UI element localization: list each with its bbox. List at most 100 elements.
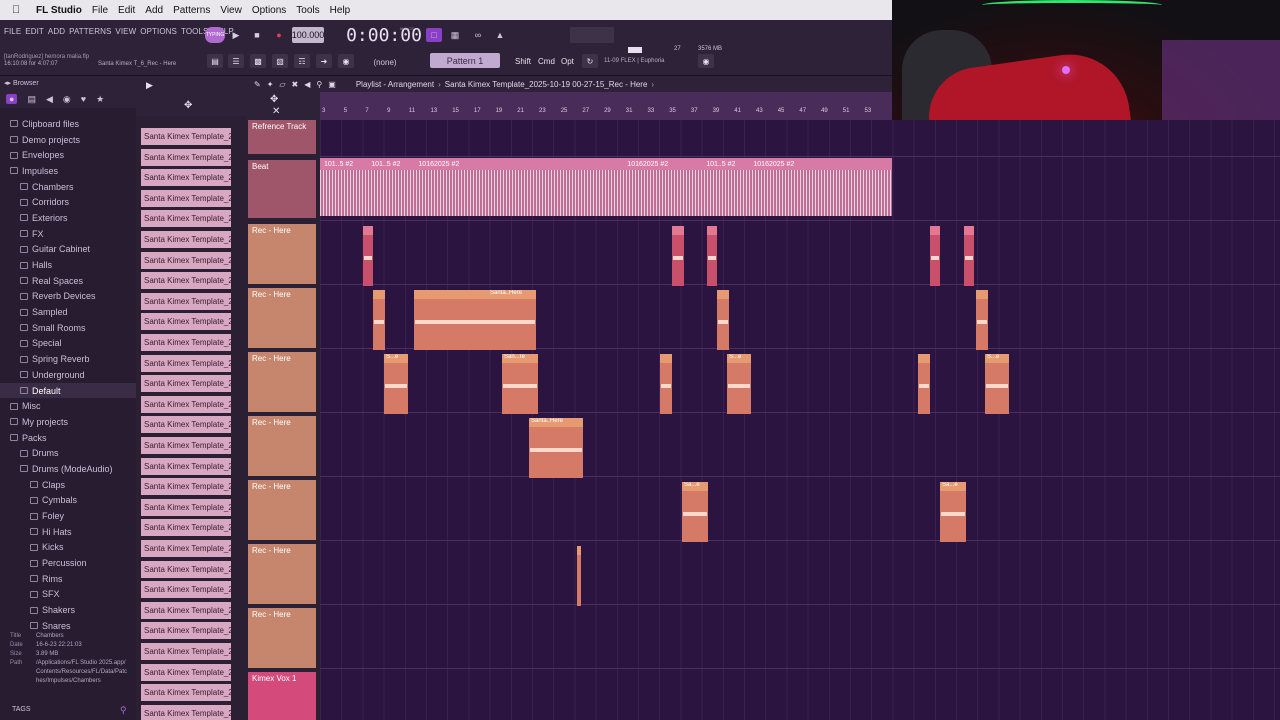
playlist-icon[interactable]: ☰ (228, 54, 244, 68)
online-icon[interactable]: ◉ (698, 54, 714, 68)
clip-list-item[interactable]: Santa Kimex Template_2... (141, 622, 231, 640)
audio-clip[interactable] (660, 354, 672, 414)
audio-clip[interactable]: S...e (985, 354, 1009, 414)
browser-item[interactable]: My projects (0, 414, 136, 430)
tempo-display[interactable]: 100.000 (292, 27, 324, 43)
browser-item[interactable]: Small Rooms (0, 320, 136, 336)
track-header-rec-6[interactable]: Rec - Here (248, 544, 316, 604)
clip-list-item[interactable]: Santa Kimex Template_2... (141, 272, 231, 290)
browser-back-icon[interactable]: ◀ (46, 94, 53, 105)
play-icon[interactable]: ▶ (229, 27, 243, 43)
browser-item[interactable]: Sampled (0, 304, 136, 320)
typing-keyboard-button[interactable]: TYPING (205, 27, 225, 43)
metronome-icon[interactable]: □ (426, 28, 442, 42)
fl-menu-patterns[interactable]: PATTERNS (69, 27, 111, 36)
audio-clip[interactable] (363, 226, 373, 286)
browser-plugins-icon[interactable]: ◉ (63, 94, 71, 105)
track-header-rec-7[interactable]: Rec - Here (248, 608, 316, 668)
browser-item[interactable]: Halls (0, 257, 136, 273)
browser-item[interactable]: Shakers (0, 602, 136, 618)
tags-label[interactable]: TAGS (12, 706, 31, 713)
opt-key[interactable]: Opt (558, 54, 577, 68)
clip-list-item[interactable]: Santa Kimex Template_2... (141, 189, 231, 207)
clip-list-item[interactable]: Santa Kimex Template_2... (141, 169, 231, 187)
channel-rack-icon[interactable]: ▩ (250, 54, 266, 68)
cmd-key[interactable]: Cmd (535, 54, 558, 68)
menu-edit[interactable]: Edit (118, 5, 135, 16)
audio-clip[interactable]: S...e (384, 354, 408, 414)
browser-item[interactable]: FX (0, 226, 136, 242)
browser-item[interactable]: Claps (0, 477, 136, 493)
clip-list-item[interactable]: Santa Kimex Template_2... (141, 292, 231, 310)
audio-clip[interactable] (918, 354, 930, 414)
browser-item[interactable]: Guitar Cabinet (0, 242, 136, 258)
browser-files-icon[interactable]: ▤ (27, 94, 36, 105)
drag-icon[interactable]: ✥ (270, 94, 278, 105)
track-header-rec-3[interactable]: Rec - Here (248, 352, 316, 412)
audio-clip[interactable]: San...re (502, 354, 538, 414)
clip-list-item[interactable]: Santa Kimex Template_2... (141, 498, 231, 516)
snap-icon[interactable]: ▤ (207, 54, 223, 68)
browser-item[interactable]: Underground (0, 367, 136, 383)
clip-list-item[interactable]: Santa Kimex Template_2... (141, 375, 231, 393)
browser-item[interactable]: Drums (ModeAudio) (0, 461, 136, 477)
mic-icon[interactable]: ◉ (338, 54, 354, 68)
browser-item[interactable]: Special (0, 336, 136, 352)
browser-item[interactable]: Corridors (0, 194, 136, 210)
clip-list-item[interactable]: Santa Kimex Template_2... (141, 313, 231, 331)
audio-clip[interactable] (717, 290, 729, 350)
track-header-rec-1[interactable]: Rec - Here (248, 224, 316, 284)
search-icon[interactable]: ⚲ (120, 705, 127, 716)
clip-list-item[interactable]: Santa Kimex Template_2... (141, 437, 231, 454)
clip-list-item[interactable]: Santa Kimex Template_2... (141, 663, 231, 681)
audio-clip[interactable]: Santa..Here (529, 418, 583, 478)
clip-list-item[interactable]: Santa Kimex Template_2... (141, 457, 231, 475)
browser-item[interactable]: Envelopes (0, 147, 136, 163)
track-header-beat[interactable]: Beat (248, 160, 316, 218)
track-header-rec-2[interactable]: Rec - Here (248, 288, 316, 348)
piano-roll-icon[interactable]: ▧ (272, 54, 288, 68)
apple-icon[interactable]:  (12, 4, 26, 16)
clip-list-item[interactable]: Santa Kimex Template_2... (141, 251, 231, 269)
arrow-right-icon[interactable]: ➜ (316, 54, 332, 68)
clip-list-item[interactable]: Santa Kimex Template_2... (141, 334, 231, 351)
clip-list-item[interactable]: Santa Kimex Template_2... (141, 210, 231, 228)
countdown-icon[interactable]: ▦ (447, 28, 463, 42)
audio-clip[interactable] (373, 290, 385, 350)
record-icon[interactable]: ● (272, 27, 286, 43)
browser-all-icon[interactable]: ● (6, 94, 18, 104)
audio-clip[interactable] (672, 226, 684, 286)
clip-list-item[interactable]: Santa Kimex Template_2... (141, 519, 231, 537)
fl-menu-options[interactable]: OPTIONS (140, 27, 177, 36)
browser-item[interactable]: Percussion (0, 555, 136, 571)
browser-fav-icon[interactable]: ♥ (81, 94, 86, 104)
refresh-icon[interactable]: ↻ (582, 54, 598, 68)
menu-app-name[interactable]: FL Studio (36, 5, 82, 16)
audio-clip[interactable]: S...e (727, 354, 751, 414)
menu-options[interactable]: Options (252, 5, 286, 16)
browser-item[interactable]: Real Spaces (0, 273, 136, 289)
browser-item[interactable]: SFX (0, 587, 136, 603)
move-icon[interactable]: ✥ (184, 100, 192, 111)
clip-list-item[interactable]: Santa Kimex Template_2... (141, 128, 231, 145)
clip-list-item[interactable]: Santa Kimex Template_2... (141, 560, 231, 578)
browser-item[interactable]: Spring Reverb (0, 351, 136, 367)
audio-clip[interactable]: Sa...e (940, 482, 966, 542)
shift-key[interactable]: Shift (512, 54, 534, 68)
browser-item[interactable]: Drums (0, 445, 136, 461)
clip-list-item[interactable]: Santa Kimex Template_2... (141, 416, 231, 434)
wait-icon[interactable]: ∞ (470, 28, 486, 42)
fl-menu-view[interactable]: VIEW (115, 27, 136, 36)
playlist-tools-icon[interactable]: ✎✦▱✖◀⚲▣ (254, 80, 342, 89)
browser-item[interactable]: Chambers (0, 179, 136, 195)
clip-list-item[interactable]: Santa Kimex Template_2... (141, 704, 231, 720)
track-header-reference[interactable]: Refrence Track (248, 120, 316, 154)
audio-clip[interactable] (707, 226, 717, 286)
browser-item[interactable]: Rims (0, 571, 136, 587)
close-icon[interactable]: ✕ (272, 106, 280, 117)
browser-item[interactable]: Misc (0, 398, 136, 414)
browser-item[interactable]: Hi Hats (0, 524, 136, 540)
track-header-rec-5[interactable]: Rec - Here (248, 480, 316, 540)
clip-list-item[interactable]: Santa Kimex Template_2... (141, 354, 231, 372)
browser-item[interactable]: Impulses (0, 163, 136, 179)
